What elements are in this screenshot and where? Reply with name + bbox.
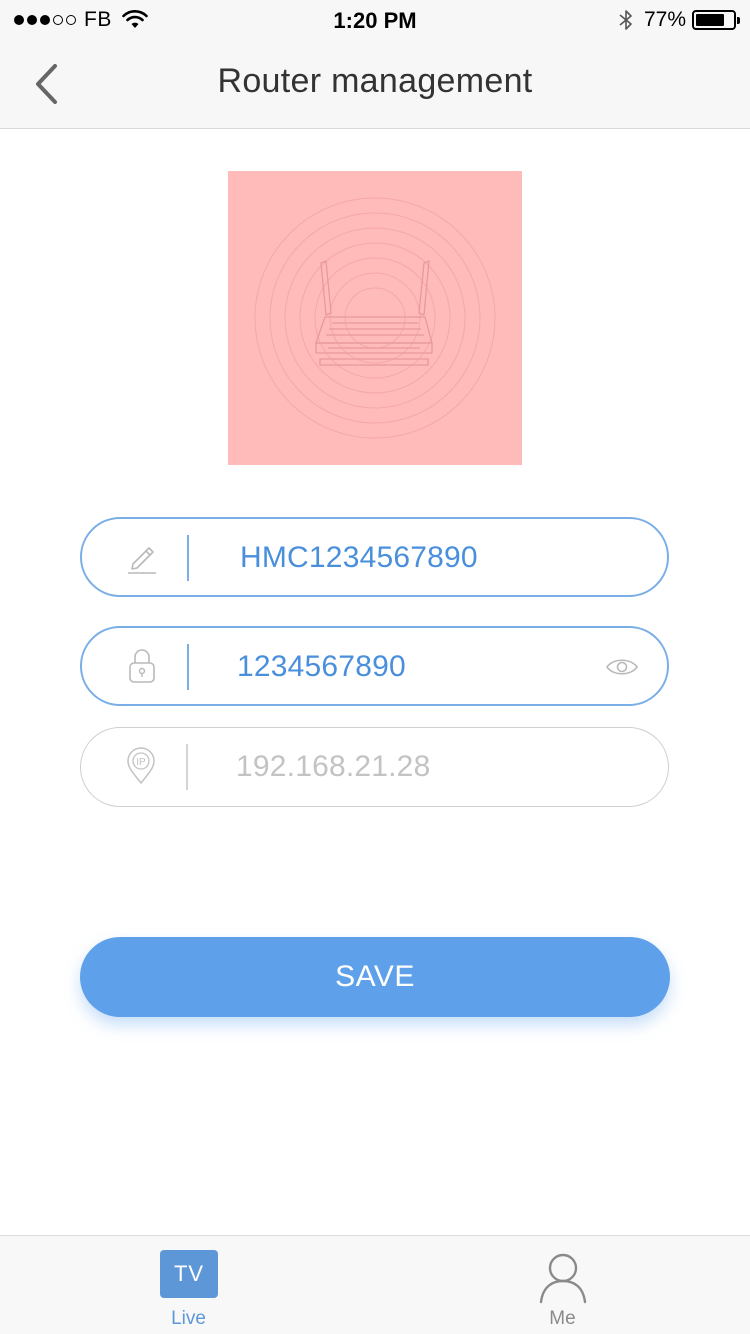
battery-level: [696, 14, 724, 26]
password-value: 1234567890: [237, 650, 406, 683]
tab-me-label: Me: [549, 1308, 576, 1329]
password-field[interactable]: 1234567890: [80, 626, 669, 706]
tab-live[interactable]: TV Live: [0, 1236, 375, 1334]
bluetooth-icon: [619, 10, 632, 30]
save-button[interactable]: SAVE: [80, 937, 670, 1017]
field-divider: [187, 535, 189, 581]
tab-bar: TV Live Me: [0, 1235, 750, 1334]
field-divider: [186, 744, 188, 790]
ip-address-field[interactable]: IP 192.168.21.28: [80, 727, 669, 807]
tab-me[interactable]: Me: [375, 1236, 750, 1334]
person-icon: [539, 1253, 587, 1304]
pencil-icon: [122, 537, 162, 577]
lock-icon: [122, 646, 162, 686]
page-title: Router management: [217, 62, 533, 100]
battery-percentage: 77%: [643, 8, 686, 31]
field-divider: [187, 644, 189, 690]
svg-text:IP: IP: [136, 757, 146, 768]
show-password-toggle[interactable]: [605, 650, 639, 684]
router-image: [228, 171, 522, 465]
tab-live-label: Live: [171, 1308, 206, 1329]
ip-location-icon: IP: [121, 746, 161, 786]
status-right: 77%: [618, 8, 740, 32]
tv-icon: TV: [160, 1250, 218, 1298]
battery-cap: [737, 17, 740, 24]
router-icon: [254, 197, 496, 439]
router-name-field[interactable]: HMC1234567890: [80, 517, 669, 597]
router-name-value: HMC1234567890: [240, 541, 478, 574]
navigation-bar: Router management: [0, 40, 750, 129]
battery-icon: [692, 10, 740, 30]
eye-icon: [606, 659, 638, 675]
status-bar: FB 1:20 PM 77%: [0, 0, 750, 40]
ip-address-value: 192.168.21.28: [236, 750, 431, 783]
